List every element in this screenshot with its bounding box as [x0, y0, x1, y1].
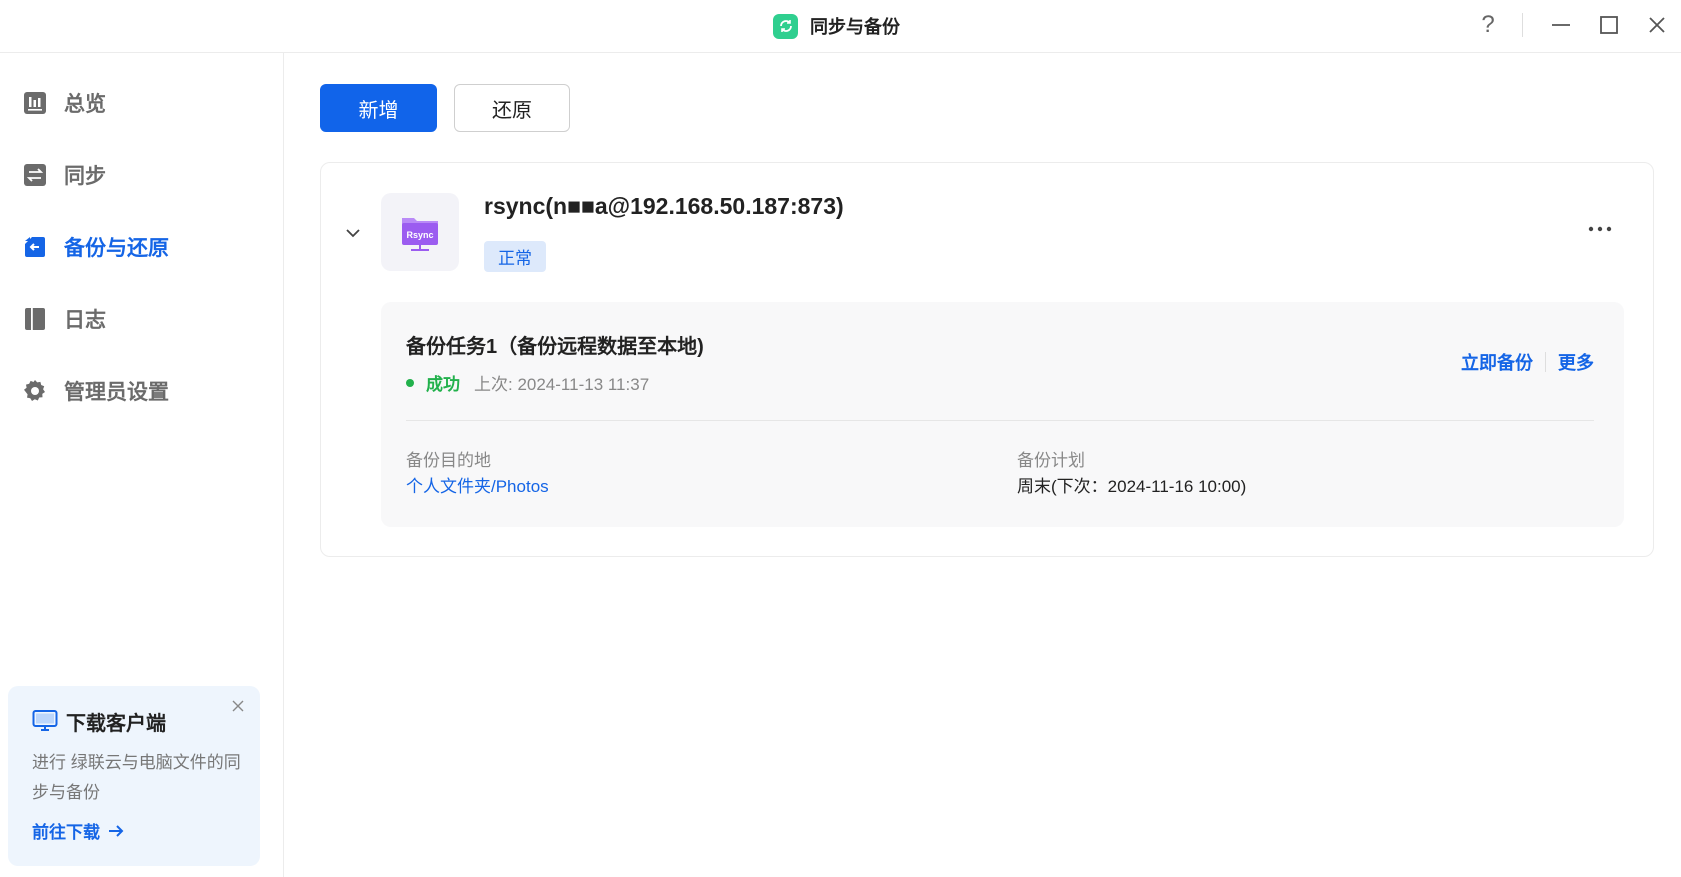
help-button[interactable]: ? — [1464, 0, 1512, 50]
rsync-server-icon: Rsync — [381, 193, 459, 271]
rsync-icon-text: Rsync — [406, 230, 433, 240]
sidebar: 总览 同步 备份与还原 日志 管理员设置 下载客户端 进行 绿联云与电脑文件的同… — [0, 53, 284, 877]
monitor-icon — [32, 710, 58, 731]
sidebar-item-sync[interactable]: 同步 — [22, 157, 106, 193]
task-divider — [406, 420, 1594, 421]
destination-link[interactable]: 个人文件夹/Photos — [406, 472, 549, 497]
promo-description: 进行 绿联云与电脑文件的同步与备份 — [32, 753, 241, 802]
minimize-icon — [1552, 24, 1570, 26]
sync-arrows-icon — [22, 162, 48, 188]
gear-icon — [22, 378, 48, 404]
more-horizontal-icon — [1588, 226, 1612, 232]
status-badge: 正常 — [484, 241, 546, 272]
connection-card: Rsync rsync(n■■a@192.168.50.187:873) 正常 … — [320, 162, 1654, 557]
restore-button[interactable]: 还原 — [454, 84, 570, 132]
close-icon — [232, 700, 244, 712]
sync-backup-app-icon — [773, 13, 798, 39]
task-title: 备份任务1（备份远程数据至本地) — [406, 336, 704, 358]
schedule-label: 备份计划 — [1017, 451, 1085, 470]
window-title-group: 同步与备份 — [773, 12, 900, 40]
log-book-icon — [22, 306, 48, 332]
minimize-button[interactable] — [1537, 0, 1585, 50]
sidebar-item-label: 同步 — [64, 165, 106, 188]
sidebar-item-overview[interactable]: 总览 — [22, 85, 106, 121]
add-button[interactable]: 新增 — [320, 84, 437, 132]
title-bar: 同步与备份 ? — [0, 0, 1681, 53]
task-actions: 立即备份 更多 — [1461, 349, 1594, 375]
destination-label: 备份目的地 — [406, 451, 491, 470]
sidebar-item-label: 管理员设置 — [64, 381, 169, 404]
sidebar-item-label: 日志 — [64, 309, 106, 332]
help-icon: ? — [1481, 11, 1495, 38]
sidebar-item-label: 备份与还原 — [64, 237, 169, 260]
backup-task-panel: 备份任务1（备份远程数据至本地) 成功 上次: 2024-11-13 11:37… — [381, 302, 1624, 527]
sidebar-item-logs[interactable]: 日志 — [22, 301, 106, 337]
connection-more-button[interactable] — [1585, 219, 1615, 239]
promo-title-row: 下载客户端 — [32, 706, 240, 736]
backup-now-button[interactable]: 立即备份 — [1461, 349, 1533, 375]
close-window-button[interactable] — [1633, 0, 1681, 50]
backup-restore-icon — [22, 234, 48, 260]
download-client-promo: 下载客户端 进行 绿联云与电脑文件的同步与备份 前往下载 — [8, 686, 260, 866]
download-link-label: 前往下载 — [32, 823, 100, 842]
sidebar-item-label: 总览 — [64, 93, 106, 116]
connection-name: rsync(n■■a@192.168.50.187:873) — [484, 193, 844, 219]
sidebar-item-backup-restore[interactable]: 备份与还原 — [22, 229, 169, 265]
schedule-value: 周末(下次：2024-11-16 10:00) — [1017, 477, 1247, 496]
promo-title: 下载客户端 — [66, 712, 166, 735]
action-divider — [1545, 352, 1546, 372]
maximize-button[interactable] — [1585, 0, 1633, 50]
chart-bars-icon — [22, 90, 48, 116]
window-controls-divider — [1522, 13, 1523, 37]
last-run-time: 上次: 2024-11-13 11:37 — [474, 375, 650, 394]
window-title: 同步与备份 — [810, 17, 900, 37]
success-dot-icon — [406, 378, 414, 387]
task-status-row: 成功 上次: 2024-11-13 11:37 — [406, 370, 649, 395]
window-controls: ? — [1464, 0, 1681, 50]
sidebar-item-admin-settings[interactable]: 管理员设置 — [22, 373, 169, 409]
arrow-right-icon — [109, 824, 124, 837]
download-link[interactable]: 前往下载 — [32, 818, 240, 843]
chevron-down-icon — [346, 229, 360, 238]
close-icon — [1649, 17, 1665, 33]
promo-close-button[interactable] — [228, 696, 248, 716]
task-more-button[interactable]: 更多 — [1558, 349, 1594, 375]
maximize-icon — [1600, 16, 1618, 34]
collapse-toggle[interactable] — [343, 223, 363, 243]
task-result: 成功 — [426, 375, 460, 394]
